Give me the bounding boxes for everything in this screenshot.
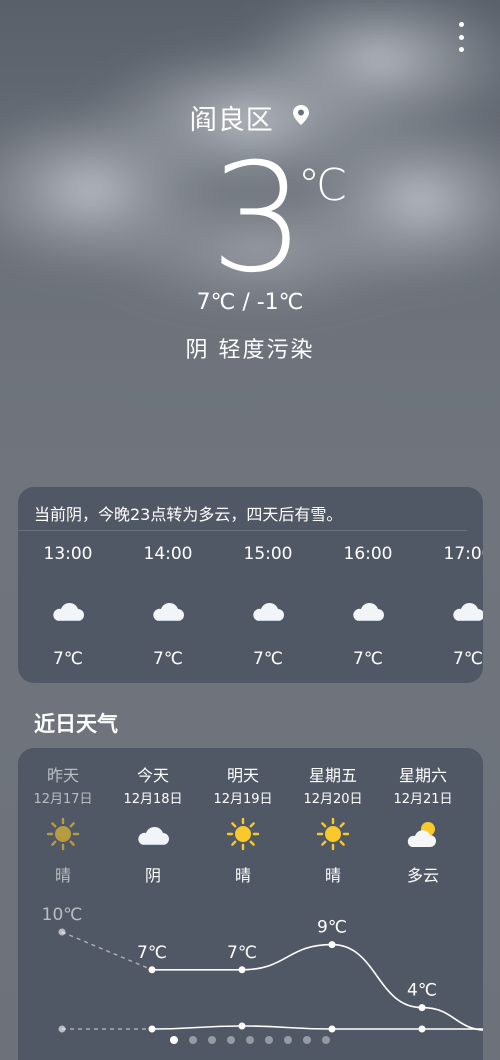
day-date: 12月17日 (33, 792, 93, 807)
daily-item[interactable]: 明天 12月19日晴 (198, 762, 288, 886)
sunny-icon (18, 810, 108, 858)
day-name: 今天 (136, 766, 169, 785)
day-condition: 晴 (324, 866, 341, 885)
today-temp-range: 7℃ / -1℃ (196, 290, 304, 315)
more-options-button[interactable] (456, 22, 466, 52)
high-temp-point (328, 941, 336, 949)
hourly-list[interactable]: 13:00 7℃ 14:00 7℃ 15:00 7℃ 16:00 7℃ 17:00 7℃ (18, 541, 483, 669)
page-dot[interactable] (284, 1036, 292, 1044)
page-dot[interactable] (208, 1036, 216, 1044)
more-vert-icon (458, 22, 464, 27)
day-name: 昨天 (46, 766, 79, 785)
page-dot[interactable] (170, 1036, 178, 1044)
low-temp-point (238, 1022, 246, 1030)
low-temp-line (151, 1025, 483, 1030)
page-indicator[interactable] (0, 1036, 500, 1044)
low-temp-point (58, 1025, 66, 1033)
low-temp-point (148, 1025, 156, 1033)
sunny-icon (198, 810, 288, 858)
partly-cloudy-icon (378, 810, 468, 858)
day-date: 12月18日 (123, 792, 183, 807)
high-temp-point (418, 1004, 426, 1012)
cloudy-icon (218, 575, 318, 645)
high-temp-point (238, 966, 246, 974)
sunny-icon (288, 810, 378, 858)
daily-list: 昨天 12月17日晴 今天 12月18日阴 明天 12月19日晴 星期五 12月20日晴 星期六… (18, 762, 483, 886)
day-name: 星期六 (398, 766, 447, 785)
day-condition: 晴 (54, 866, 71, 885)
high-temp-label: 7℃ (227, 943, 257, 963)
day-date: 12月19日 (213, 792, 273, 807)
current-condition[interactable]: 阴 轻度污染 (0, 332, 500, 364)
day-condition: 多云 (406, 866, 439, 885)
day-condition: 晴 (234, 866, 251, 885)
hour-temp: 7℃ (53, 649, 83, 669)
hourly-item: 16:00 7℃ (318, 541, 418, 669)
daily-item[interactable]: 星期五 12月20日晴 (288, 762, 378, 886)
cloudy-icon (108, 810, 198, 858)
daily-item[interactable]: 昨天 12月17日晴 (18, 762, 108, 886)
day-date: 12月21日 (393, 792, 453, 807)
hour-temp: 7℃ (153, 649, 183, 669)
hour-time: 17:00 (443, 544, 484, 564)
page-dot[interactable] (246, 1036, 254, 1044)
hour-time: 14:00 (143, 544, 193, 564)
high-temp-point (58, 928, 66, 936)
high-temp-label: 10℃ (42, 905, 83, 925)
temperature-unit: ℃ (298, 160, 348, 211)
low-temp-point (328, 1025, 336, 1033)
day-date: 12月20日 (303, 792, 363, 807)
page-dot[interactable] (303, 1036, 311, 1044)
daily-section-title: 近日天气 (34, 712, 118, 736)
forecast-summary: 当前阴，今晚23点转为多云，四天后有雪。 (18, 487, 467, 531)
page-dot[interactable] (265, 1036, 273, 1044)
high-temp-label: 7℃ (137, 943, 167, 963)
day-name: 星期五 (308, 766, 357, 785)
cloudy-icon (18, 575, 118, 645)
high-temp-label: 9℃ (317, 918, 347, 938)
day-condition: 阴 (144, 866, 161, 885)
cloudy-icon (118, 575, 218, 645)
cloudy-icon (418, 575, 483, 645)
high-temp-point (148, 966, 156, 974)
page-dot[interactable] (227, 1036, 235, 1044)
hour-time: 16:00 (343, 544, 393, 564)
hourly-item: 14:00 7℃ (118, 541, 218, 669)
hour-temp: 7℃ (453, 649, 483, 669)
hour-temp: 7℃ (353, 649, 383, 669)
day-name: 明天 (226, 766, 259, 785)
high-temp-label: 4℃ (407, 981, 437, 1001)
page-dot[interactable] (322, 1036, 330, 1044)
hour-time: 13:00 (43, 544, 93, 564)
daily-item[interactable]: 今天 12月18日阴 (108, 762, 198, 886)
hourly-item: 17:00 7℃ (418, 541, 483, 669)
hour-temp: 7℃ (253, 649, 283, 669)
hour-time: 15:00 (243, 544, 293, 564)
city-name: 阎良区 (189, 105, 274, 135)
daily-forecast-card[interactable]: 昨天 12月17日晴 今天 12月18日阴 明天 12月19日晴 星期五 12月20日晴 星期六… (18, 748, 483, 1060)
location-pin-icon (292, 102, 310, 133)
low-temp-point (418, 1025, 426, 1033)
current-temperature: 3 (210, 132, 306, 306)
hourly-item: 15:00 7℃ (218, 541, 318, 669)
hourly-forecast-card[interactable]: 当前阴，今晚23点转为多云，四天后有雪。 13:00 7℃ 14:00 7℃ 15:00… (18, 487, 483, 683)
hourly-item: 13:00 7℃ (18, 541, 118, 669)
page-dot[interactable] (189, 1036, 197, 1044)
daily-item[interactable]: 星期六 12月21日多云 (378, 762, 468, 886)
cloudy-icon (318, 575, 418, 645)
